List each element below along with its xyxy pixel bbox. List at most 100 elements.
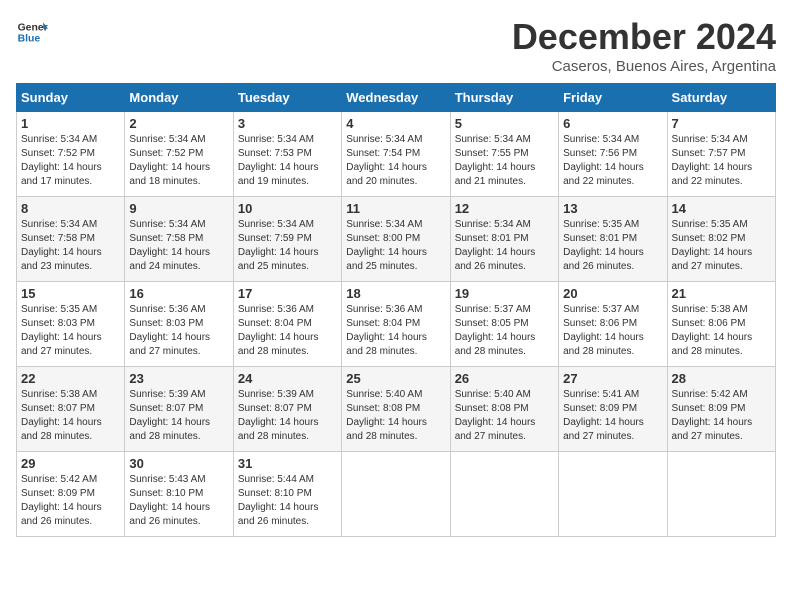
- day-number: 25: [346, 371, 445, 386]
- day-number: 17: [238, 286, 337, 301]
- calendar-cell: [450, 452, 558, 537]
- calendar-cell: 28Sunrise: 5:42 AM Sunset: 8:09 PM Dayli…: [667, 367, 775, 452]
- day-info: Sunrise: 5:34 AM Sunset: 7:58 PM Dayligh…: [21, 218, 120, 274]
- calendar-cell: 22 Sunrise: 5:38 AM Sunset: 8:07 PM Dayli…: [17, 367, 125, 452]
- day-info: Sunrise: 5:34 AM Sunset: 7:59 PM Dayligh…: [238, 218, 337, 274]
- day-info: Sunrise: 5:36 AM Sunset: 8:03 PM Dayligh…: [129, 303, 228, 359]
- calendar-cell: 5 Sunrise: 5:34 AM Sunset: 7:55 PM Daylig…: [450, 112, 558, 197]
- day-info: Sunrise: 5:37 AM Sunset: 8:05 PM Dayligh…: [455, 303, 554, 359]
- title-area: December 2024 Caseros, Buenos Aires, Arg…: [512, 16, 776, 75]
- calendar-cell: 31 Sunrise: 5:44 AM Sunset: 8:10 PM Dayli…: [233, 452, 341, 537]
- day-info: Sunrise: 5:36 AM Sunset: 8:04 PM Dayligh…: [346, 303, 445, 359]
- day-info: Sunrise: 5:41 AM Sunset: 8:09 PM Dayligh…: [563, 388, 662, 444]
- calendar-cell: 18 Sunrise: 5:36 AM Sunset: 8:04 PM Dayli…: [342, 282, 450, 367]
- day-info: Sunrise: 5:38 AM Sunset: 8:07 PM Dayligh…: [21, 388, 120, 444]
- day-info: Sunrise: 5:38 AM Sunset: 8:06 PM Dayligh…: [672, 303, 771, 359]
- calendar-cell: 20Sunrise: 5:37 AM Sunset: 8:06 PM Dayli…: [559, 282, 667, 367]
- calendar-cell: 24Sunrise: 5:39 AM Sunset: 8:07 PM Dayli…: [233, 367, 341, 452]
- day-info: Sunrise: 5:35 AM Sunset: 8:03 PM Dayligh…: [21, 303, 120, 359]
- day-info: Sunrise: 5:39 AM Sunset: 8:07 PM Dayligh…: [129, 388, 228, 444]
- col-sunday: Sunday: [17, 84, 125, 112]
- day-number: 4: [346, 116, 445, 131]
- day-number: 19: [455, 286, 554, 301]
- calendar-cell: 27 Sunrise: 5:41 AM Sunset: 8:09 PM Dayli…: [559, 367, 667, 452]
- calendar-cell: 11 Sunrise: 5:34 AM Sunset: 8:00 PM Dayli…: [342, 197, 450, 282]
- calendar-cell: 9Sunrise: 5:34 AM Sunset: 7:58 PM Daylig…: [125, 197, 233, 282]
- day-info: Sunrise: 5:34 AM Sunset: 7:54 PM Dayligh…: [346, 133, 445, 189]
- day-number: 11: [346, 201, 445, 216]
- calendar-cell: [342, 452, 450, 537]
- day-info: Sunrise: 5:34 AM Sunset: 7:56 PM Dayligh…: [563, 133, 662, 189]
- day-info: Sunrise: 5:34 AM Sunset: 7:57 PM Dayligh…: [672, 133, 771, 189]
- day-info: Sunrise: 5:34 AM Sunset: 7:58 PM Dayligh…: [129, 218, 228, 274]
- day-number: 12: [455, 201, 554, 216]
- calendar-cell: 29 Sunrise: 5:42 AM Sunset: 8:09 PM Dayli…: [17, 452, 125, 537]
- header-row: Sunday Monday Tuesday Wednesday Thursday…: [17, 84, 776, 112]
- day-number: 20: [563, 286, 662, 301]
- day-info: Sunrise: 5:34 AM Sunset: 7:52 PM Dayligh…: [129, 133, 228, 189]
- calendar-cell: 3 Sunrise: 5:34 AM Sunset: 7:53 PM Daylig…: [233, 112, 341, 197]
- calendar-cell: 1 Sunrise: 5:34 AM Sunset: 7:52 PM Daylig…: [17, 112, 125, 197]
- calendar-cell: 23 Sunrise: 5:39 AM Sunset: 8:07 PM Dayli…: [125, 367, 233, 452]
- day-info: Sunrise: 5:34 AM Sunset: 7:52 PM Dayligh…: [21, 133, 120, 189]
- calendar-cell: 26Sunrise: 5:40 AM Sunset: 8:08 PM Dayli…: [450, 367, 558, 452]
- day-number: 3: [238, 116, 337, 131]
- day-info: Sunrise: 5:40 AM Sunset: 8:08 PM Dayligh…: [455, 388, 554, 444]
- calendar-week-4: 22 Sunrise: 5:38 AM Sunset: 8:07 PM Dayli…: [17, 367, 776, 452]
- calendar-cell: 4 Sunrise: 5:34 AM Sunset: 7:54 PM Daylig…: [342, 112, 450, 197]
- day-info: Sunrise: 5:34 AM Sunset: 8:01 PM Dayligh…: [455, 218, 554, 274]
- day-number: 16: [129, 286, 228, 301]
- calendar-week-1: 1 Sunrise: 5:34 AM Sunset: 7:52 PM Daylig…: [17, 112, 776, 197]
- day-number: 22: [21, 371, 120, 386]
- day-info: Sunrise: 5:34 AM Sunset: 7:55 PM Dayligh…: [455, 133, 554, 189]
- day-info: Sunrise: 5:34 AM Sunset: 8:00 PM Dayligh…: [346, 218, 445, 274]
- calendar-cell: 14Sunrise: 5:35 AM Sunset: 8:02 PM Dayli…: [667, 197, 775, 282]
- day-number: 28: [672, 371, 771, 386]
- calendar-cell: 21 Sunrise: 5:38 AM Sunset: 8:06 PM Dayli…: [667, 282, 775, 367]
- calendar-cell: 12 Sunrise: 5:34 AM Sunset: 8:01 PM Dayli…: [450, 197, 558, 282]
- day-number: 5: [455, 116, 554, 131]
- day-number: 31: [238, 456, 337, 471]
- calendar-cell: 10 Sunrise: 5:34 AM Sunset: 7:59 PM Dayli…: [233, 197, 341, 282]
- logo-icon: General Blue: [16, 16, 48, 48]
- day-number: 1: [21, 116, 120, 131]
- day-info: Sunrise: 5:43 AM Sunset: 8:10 PM Dayligh…: [129, 473, 228, 529]
- day-number: 15: [21, 286, 120, 301]
- page-header: General Blue December 2024 Caseros, Buen…: [16, 16, 776, 75]
- calendar-cell: 19 Sunrise: 5:37 AM Sunset: 8:05 PM Dayli…: [450, 282, 558, 367]
- day-info: Sunrise: 5:42 AM Sunset: 8:09 PM Dayligh…: [21, 473, 120, 529]
- calendar-cell: 30 Sunrise: 5:43 AM Sunset: 8:10 PM Dayli…: [125, 452, 233, 537]
- month-title: December 2024: [512, 16, 776, 58]
- col-wednesday: Wednesday: [342, 84, 450, 112]
- col-saturday: Saturday: [667, 84, 775, 112]
- calendar-week-5: 29 Sunrise: 5:42 AM Sunset: 8:09 PM Dayli…: [17, 452, 776, 537]
- calendar-cell: 16 Sunrise: 5:36 AM Sunset: 8:03 PM Dayli…: [125, 282, 233, 367]
- day-number: 24: [238, 371, 337, 386]
- calendar-cell: 17 Sunrise: 5:36 AM Sunset: 8:04 PM Dayli…: [233, 282, 341, 367]
- day-number: 8: [21, 201, 120, 216]
- day-number: 18: [346, 286, 445, 301]
- col-tuesday: Tuesday: [233, 84, 341, 112]
- calendar-cell: [667, 452, 775, 537]
- calendar-cell: 2Sunrise: 5:34 AM Sunset: 7:52 PM Daylig…: [125, 112, 233, 197]
- day-info: Sunrise: 5:35 AM Sunset: 8:02 PM Dayligh…: [672, 218, 771, 274]
- svg-text:Blue: Blue: [18, 34, 41, 45]
- calendar-cell: 7 Sunrise: 5:34 AM Sunset: 7:57 PM Daylig…: [667, 112, 775, 197]
- day-number: 23: [129, 371, 228, 386]
- calendar-cell: 6Sunrise: 5:34 AM Sunset: 7:56 PM Daylig…: [559, 112, 667, 197]
- day-number: 10: [238, 201, 337, 216]
- col-friday: Friday: [559, 84, 667, 112]
- day-number: 29: [21, 456, 120, 471]
- day-number: 30: [129, 456, 228, 471]
- calendar-cell: [559, 452, 667, 537]
- day-info: Sunrise: 5:34 AM Sunset: 7:53 PM Dayligh…: [238, 133, 337, 189]
- day-number: 7: [672, 116, 771, 131]
- day-info: Sunrise: 5:35 AM Sunset: 8:01 PM Dayligh…: [563, 218, 662, 274]
- calendar-cell: 13Sunrise: 5:35 AM Sunset: 8:01 PM Dayli…: [559, 197, 667, 282]
- day-number: 21: [672, 286, 771, 301]
- day-info: Sunrise: 5:44 AM Sunset: 8:10 PM Dayligh…: [238, 473, 337, 529]
- day-number: 27: [563, 371, 662, 386]
- col-monday: Monday: [125, 84, 233, 112]
- day-info: Sunrise: 5:40 AM Sunset: 8:08 PM Dayligh…: [346, 388, 445, 444]
- day-info: Sunrise: 5:36 AM Sunset: 8:04 PM Dayligh…: [238, 303, 337, 359]
